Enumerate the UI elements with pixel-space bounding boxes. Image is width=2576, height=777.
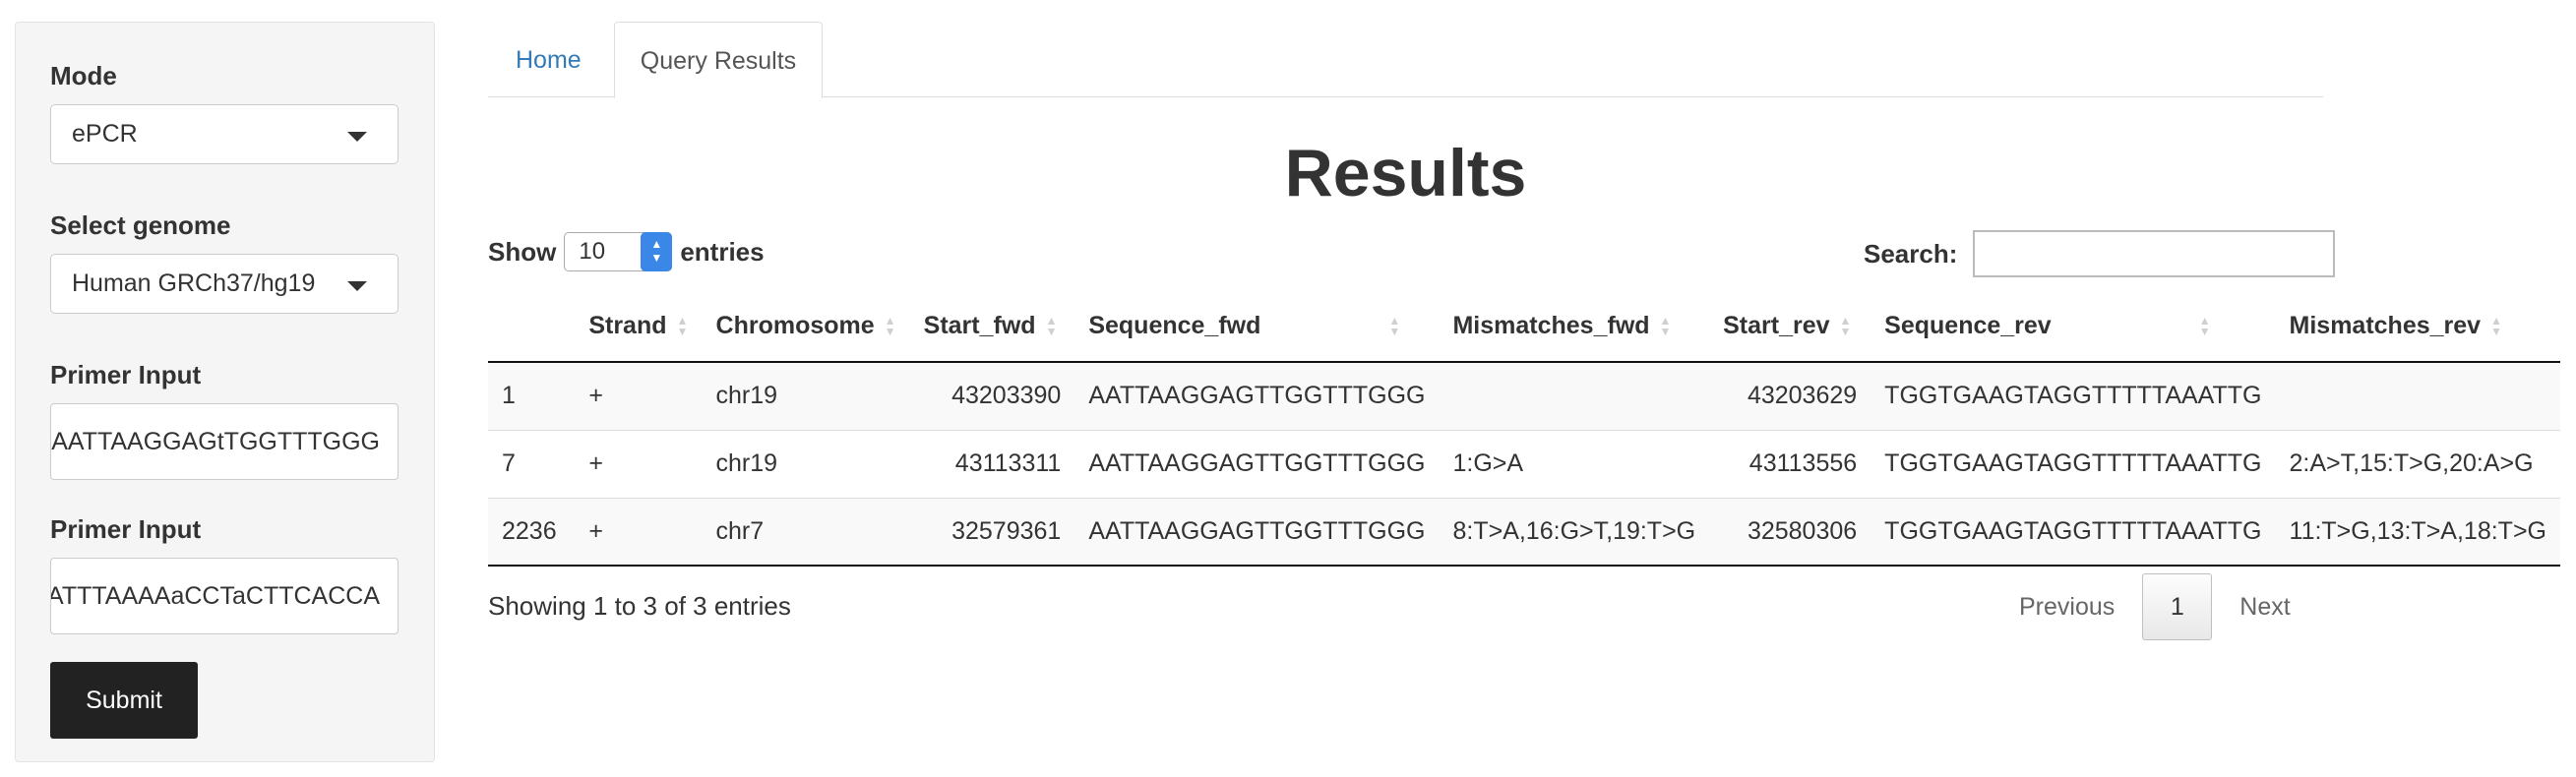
primer-fwd-label: Primer Input — [50, 360, 202, 389]
cell-index: 1 — [488, 361, 576, 430]
sort-icon: ▲ ▼ — [1839, 314, 1852, 339]
primer-rev-label: Primer Input — [50, 514, 202, 544]
spinner-arrows-icon: ▲ ▼ — [641, 232, 673, 271]
cell-sequence-rev: TGGTGAAGTAGGTTTTTAAATTG — [1871, 429, 2276, 498]
caret-down-icon — [347, 281, 367, 291]
cell-sequence-rev: TGGTGAAGTAGGTTTTTAAATTG — [1871, 497, 2276, 567]
sort-icon: ▲ ▼ — [1045, 314, 1058, 339]
column-header-chromosome[interactable]: Chromosome ▲ ▼ — [702, 291, 910, 363]
column-header-strand[interactable]: Strand ▲ ▼ — [575, 291, 703, 363]
page-1-button[interactable]: 1 — [2142, 573, 2213, 640]
table-row: 1 + chr19 43203390 AATTAAGGAGTTGGTTTGGG … — [488, 361, 2560, 430]
tab-bar: Home Query Results — [488, 22, 2323, 98]
sidebar-panel: Mode ePCR Select genome Human GRCh37/hg1… — [15, 22, 435, 762]
cell-chromosome: chr19 — [702, 429, 910, 498]
column-header-mismatches-fwd[interactable]: Mismatches_fwd ▲ ▼ — [1439, 291, 1710, 363]
sort-icon: ▲ ▼ — [2490, 314, 2502, 339]
page-length-select[interactable]: 10 ▲ ▼ — [564, 232, 673, 271]
table-info: Showing 1 to 3 of 3 entries — [488, 591, 791, 621]
genome-select-value: Human GRCh37/hg19 — [72, 269, 316, 297]
mode-select-value: ePCR — [72, 120, 138, 148]
mode-label: Mode — [50, 61, 117, 90]
primer-fwd-input[interactable]: AATTAAGGAGtTGGTTTGGG — [50, 403, 399, 480]
table-row: 7 + chr19 43113311 AATTAAGGAGTTGGTTTGGG … — [488, 429, 2560, 498]
cell-start-rev: 43113556 — [1709, 429, 1871, 498]
show-label: Show — [488, 237, 557, 267]
caret-down-icon — [347, 132, 367, 142]
cell-sequence-fwd: AATTAAGGAGTTGGTTTGGG — [1074, 361, 1440, 430]
tab-query-results[interactable]: Query Results — [614, 22, 823, 98]
sort-icon: ▲ ▼ — [676, 314, 689, 339]
sort-icon: ▲ ▼ — [884, 314, 896, 339]
column-header-start-rev[interactable]: Start_rev ▲ ▼ — [1709, 291, 1871, 363]
column-header-index — [488, 291, 576, 363]
cell-sequence-rev: TGGTGAAGTAGGTTTTTAAATTG — [1871, 361, 2276, 430]
cell-index: 7 — [488, 429, 576, 498]
genome-select[interactable]: Human GRCh37/hg19 — [50, 254, 399, 314]
sort-icon: ▲ ▼ — [1659, 314, 1672, 339]
tab-home[interactable]: Home — [488, 22, 609, 98]
sort-icon: ▲ ▼ — [1388, 314, 1401, 339]
cell-mismatches-rev: 2:A>T,15:T>G,20:A>G — [2275, 429, 2560, 498]
page-length-control: Show 10 ▲ ▼ entries — [488, 228, 765, 275]
cell-index: 2236 — [488, 497, 576, 567]
next-button[interactable]: Next — [2218, 574, 2311, 639]
cell-chromosome: chr7 — [702, 497, 910, 567]
entries-label: entries — [680, 237, 765, 267]
cell-strand: + — [575, 497, 703, 567]
cell-start-fwd: 32579361 — [909, 497, 1075, 567]
pagination: Previous 1 Next — [1997, 572, 2312, 641]
cell-start-fwd: 43113311 — [909, 429, 1075, 498]
cell-start-fwd: 43203390 — [909, 361, 1075, 430]
search-control: Search: — [1864, 230, 2336, 277]
cell-mismatches-rev: 11:T>G,13:T>A,18:T>G — [2275, 497, 2560, 567]
results-table: Strand ▲ ▼ Chromosome ▲ ▼ Start_fwd ▲ ▼ Sequen… — [488, 291, 2560, 567]
cell-sequence-fwd: AATTAAGGAGTTGGTTTGGG — [1074, 429, 1440, 498]
cell-strand: + — [575, 361, 703, 430]
cell-mismatches-fwd — [1439, 361, 1710, 430]
previous-button[interactable]: Previous — [1997, 574, 2136, 639]
cell-mismatches-rev — [2275, 361, 2560, 430]
primer-rev-value: CAATTTAAAAaCCTaCTTCACCA — [50, 582, 380, 610]
sort-icon: ▲ ▼ — [2198, 314, 2211, 339]
cell-mismatches-fwd: 1:G>A — [1439, 429, 1710, 498]
cell-sequence-fwd: AATTAAGGAGTTGGTTTGGG — [1074, 497, 1440, 567]
search-input[interactable] — [1973, 230, 2336, 277]
primer-rev-input[interactable]: CAATTTAAAAaCCTaCTTCACCA — [50, 558, 399, 634]
submit-button[interactable]: Submit — [50, 662, 198, 739]
search-label: Search: — [1864, 239, 1958, 269]
page-title: Results — [1284, 136, 1527, 210]
cell-mismatches-fwd: 8:T>A,16:G>T,19:T>G — [1439, 497, 1710, 567]
column-header-sequence-rev[interactable]: Sequence_rev ▲ ▼ — [1871, 291, 2276, 363]
cell-start-rev: 43203629 — [1709, 361, 1871, 430]
mode-select[interactable]: ePCR — [50, 104, 399, 164]
primer-fwd-value: AATTAAGGAGtTGGTTTGGG — [51, 428, 380, 455]
genome-label: Select genome — [50, 210, 231, 240]
cell-chromosome: chr19 — [702, 361, 910, 430]
page-length-value: 10 — [579, 238, 606, 265]
cell-start-rev: 32580306 — [1709, 497, 1871, 567]
column-header-start-fwd[interactable]: Start_fwd ▲ ▼ — [909, 291, 1075, 363]
table-header-row: Strand ▲ ▼ Chromosome ▲ ▼ Start_fwd ▲ ▼ Sequen… — [488, 291, 2560, 363]
column-header-mismatches-rev[interactable]: Mismatches_rev ▲ ▼ — [2275, 291, 2560, 363]
table-row: 2236 + chr7 32579361 AATTAAGGAGTTGGTTTGG… — [488, 497, 2560, 567]
cell-strand: + — [575, 429, 703, 498]
column-header-sequence-fwd[interactable]: Sequence_fwd ▲ ▼ — [1074, 291, 1440, 363]
